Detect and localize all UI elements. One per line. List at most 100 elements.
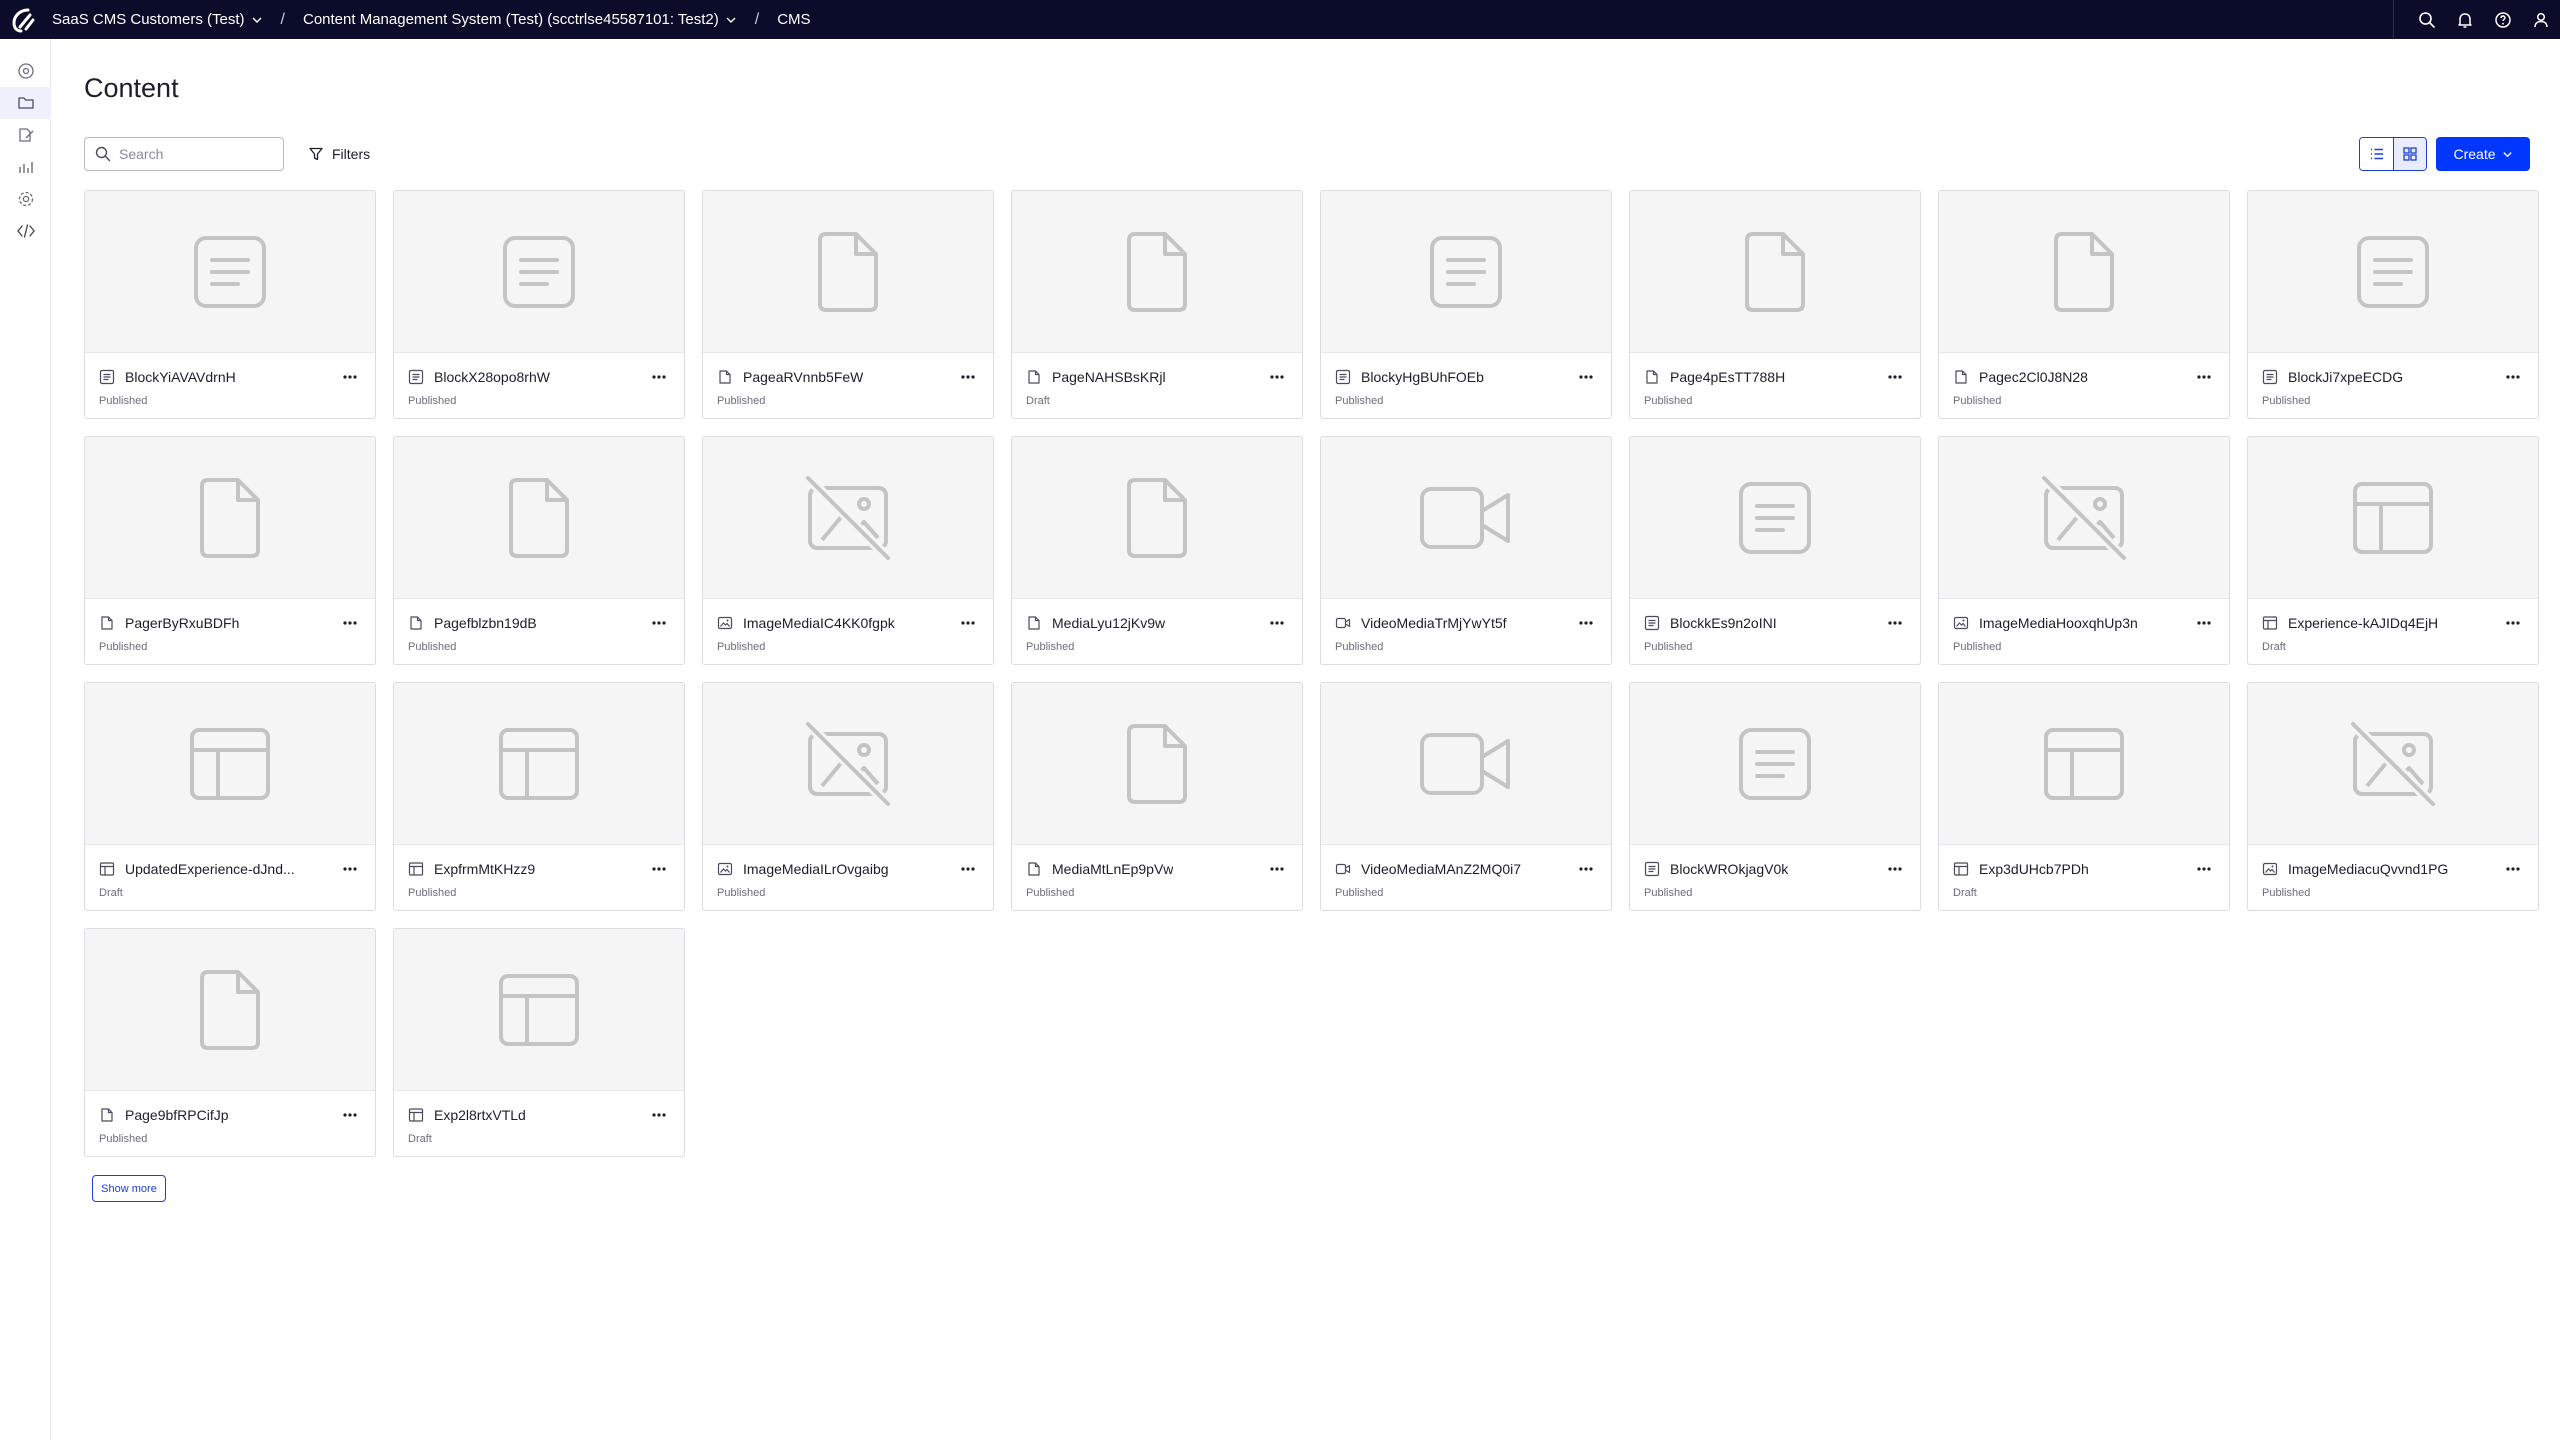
card-name[interactable]: BlockJi7xpeECDG [2288,369,2403,385]
content-card[interactable]: BlockYiAVAVdrnH Published [84,190,376,419]
content-card[interactable]: ExpfrmMtKHzz9 Published [393,682,685,911]
content-card[interactable]: ImageMediacuQvvnd1PG Published [2247,682,2539,911]
nav-analytics[interactable] [0,151,51,183]
card-name[interactable]: Experience-kAJIDq4EjH [2288,615,2438,631]
card-name[interactable]: VideoMediaTrMjYwYt5f [1361,615,1507,631]
more-options-button[interactable] [1575,367,1597,387]
card-name[interactable]: BlockWROkjagV0k [1670,861,1788,877]
more-options-button[interactable] [1575,859,1597,879]
content-card[interactable]: BlockWROkjagV0k Published [1629,682,1921,911]
more-options-button[interactable] [648,613,670,633]
filters-button[interactable]: Filters [308,137,370,171]
content-card[interactable]: Exp3dUHcb7PDh Draft [1938,682,2230,911]
grid-view-button[interactable] [2393,138,2426,170]
content-card[interactable]: BlockX28opo8rhW Published [393,190,685,419]
card-name[interactable]: MediaMtLnEp9pVw [1052,861,1173,877]
more-options-button[interactable] [1884,613,1906,633]
breadcrumb-organization[interactable]: SaaS CMS Customers (Test) [46,11,269,28]
card-name[interactable]: PageaRVnnb5FeW [743,369,863,385]
card-name[interactable]: Pagefblzbn19dB [434,615,537,631]
more-options-button[interactable] [957,859,979,879]
content-card[interactable]: ImageMediaILrOvgaibg Published [702,682,994,911]
card-name[interactable]: Exp2l8rtxVTLd [434,1107,526,1123]
nav-developer[interactable] [0,215,51,247]
bell-icon[interactable] [2446,0,2484,39]
content-card[interactable]: MediaMtLnEp9pVw Published [1011,682,1303,911]
card-name[interactable]: BlockkEs9n2oINI [1670,615,1777,631]
content-card[interactable]: Pagefblzbn19dB Published [393,436,685,665]
more-options-button[interactable] [1575,613,1597,633]
card-name[interactable]: Page9bfRPCifJp [125,1107,229,1123]
card-name[interactable]: Pagec2Cl0J8N28 [1979,369,2088,385]
content-card[interactable]: MediaLyu12jKv9w Published [1011,436,1303,665]
more-options-button[interactable] [1884,859,1906,879]
card-name[interactable]: ImageMediacuQvvnd1PG [2288,861,2448,877]
user-icon[interactable] [2522,0,2560,39]
card-name[interactable]: VideoMediaMAnZ2MQ0i7 [1361,861,1521,877]
card-name[interactable]: BlockyHgBUhFOEb [1361,369,1484,385]
more-options-button[interactable] [339,367,361,387]
card-name[interactable]: ImageMediaHooxqhUp3n [1979,615,2138,631]
nav-content[interactable] [0,87,51,119]
more-options-button[interactable] [2193,367,2215,387]
more-options-button[interactable] [2502,613,2524,633]
breadcrumb-cms[interactable]: CMS [771,11,816,28]
more-options-button[interactable] [1266,613,1288,633]
more-options-button[interactable] [1884,367,1906,387]
content-card[interactable]: ImageMediaHooxqhUp3n Published [1938,436,2230,665]
card-name[interactable]: Exp3dUHcb7PDh [1979,861,2089,877]
nav-edit[interactable] [0,119,51,151]
content-card[interactable]: BlockJi7xpeECDG Published [2247,190,2539,419]
card-name[interactable]: ExpfrmMtKHzz9 [434,861,535,877]
help-icon[interactable] [2484,0,2522,39]
content-card[interactable]: PagerByRxuBDFh Published [84,436,376,665]
more-options-button[interactable] [339,859,361,879]
content-card[interactable]: VideoMediaMAnZ2MQ0i7 Published [1320,682,1612,911]
card-name[interactable]: BlockX28opo8rhW [434,369,550,385]
content-card[interactable]: PageaRVnnb5FeW Published [702,190,994,419]
content-card[interactable]: Page4pEsTT788H Published [1629,190,1921,419]
breadcrumb-project[interactable]: Content Management System (Test) (scctrl… [297,11,743,28]
show-more-button[interactable]: Show more [92,1175,166,1202]
content-card[interactable]: UpdatedExperience-dJnd... Draft [84,682,376,911]
more-options-button[interactable] [957,613,979,633]
search-icon[interactable] [2408,0,2446,39]
more-options-button[interactable] [2193,859,2215,879]
card-name[interactable]: Page4pEsTT788H [1670,369,1785,385]
search-box[interactable] [84,137,284,171]
more-options-button[interactable] [957,367,979,387]
more-options-button[interactable] [2502,367,2524,387]
more-options-button[interactable] [2193,613,2215,633]
content-card[interactable]: BlockkEs9n2oINI Published [1629,436,1921,665]
more-options-button[interactable] [648,1105,670,1125]
content-card[interactable]: Exp2l8rtxVTLd Draft [393,928,685,1157]
more-options-button[interactable] [2502,859,2524,879]
card-name[interactable]: MediaLyu12jKv9w [1052,615,1165,631]
card-name[interactable]: UpdatedExperience-dJnd... [125,861,295,877]
card-name[interactable]: ImageMediaIC4KK0fgpk [743,615,895,631]
content-card[interactable]: PageNAHSBsKRjl Draft [1011,190,1303,419]
create-button[interactable]: Create [2436,137,2530,171]
nav-settings[interactable] [0,183,51,215]
search-input[interactable] [119,146,269,162]
optimizely-logo-icon[interactable] [0,0,46,39]
more-options-button[interactable] [1266,859,1288,879]
card-name[interactable]: BlockYiAVAVdrnH [125,369,236,385]
content-card[interactable]: Page9bfRPCifJp Published [84,928,376,1157]
nav-home[interactable] [0,55,51,87]
more-options-button[interactable] [648,859,670,879]
list-view-button[interactable] [2360,138,2393,170]
content-card[interactable]: Pagec2Cl0J8N28 Published [1938,190,2230,419]
content-card[interactable]: Experience-kAJIDq4EjH Draft [2247,436,2539,665]
more-options-button[interactable] [648,367,670,387]
more-options-button[interactable] [1266,367,1288,387]
content-card[interactable]: VideoMediaTrMjYwYt5f Published [1320,436,1612,665]
more-options-button[interactable] [339,1105,361,1125]
card-name[interactable]: ImageMediaILrOvgaibg [743,861,889,877]
content-card[interactable]: BlockyHgBUhFOEb Published [1320,190,1612,419]
card-name[interactable]: PagerByRxuBDFh [125,615,239,631]
card-name[interactable]: PageNAHSBsKRjl [1052,369,1166,385]
card-name-row: BlockX28opo8rhW [408,366,670,388]
content-card[interactable]: ImageMediaIC4KK0fgpk Published [702,436,994,665]
more-options-button[interactable] [339,613,361,633]
